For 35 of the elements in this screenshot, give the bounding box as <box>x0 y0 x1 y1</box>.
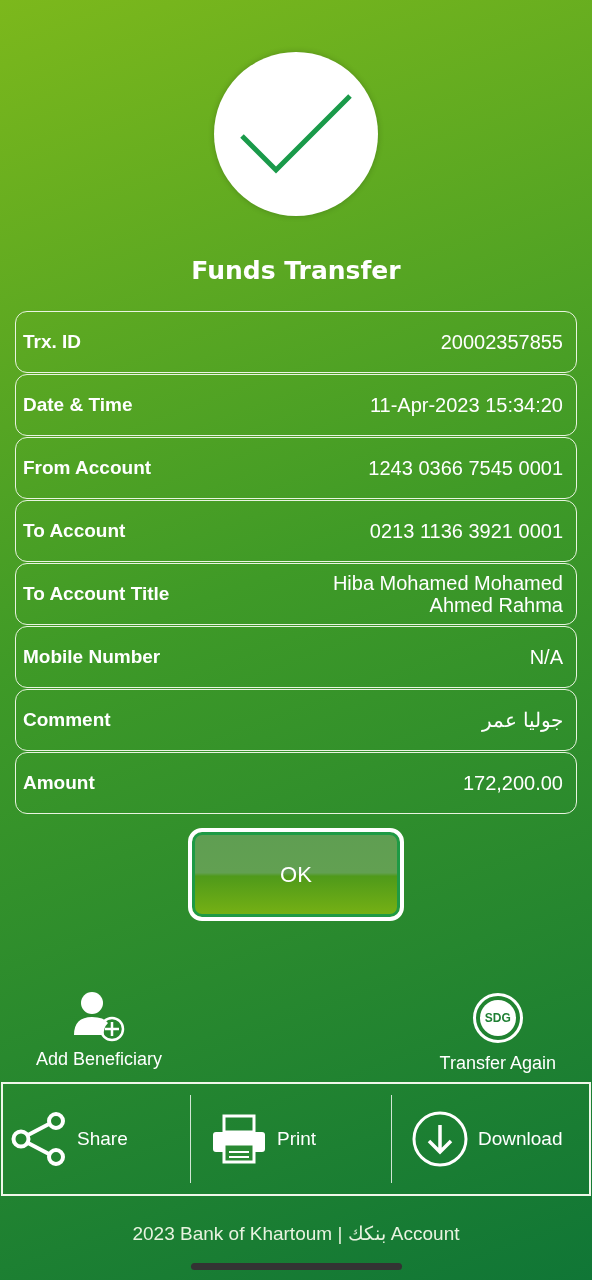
detail-value: 172,200.00 <box>462 772 563 794</box>
ok-button[interactable]: OK <box>188 828 404 921</box>
action-label: Transfer Again <box>439 1053 556 1074</box>
detail-label: Mobile Number <box>23 646 161 668</box>
detail-label: Amount <box>23 772 95 794</box>
detail-value: 20002357855 <box>440 331 563 353</box>
detail-label: From Account <box>23 457 152 479</box>
detail-label: Date & Time <box>23 394 133 416</box>
detail-value: Hiba Mohamed Mohamed Ahmed Rahma <box>331 572 563 616</box>
toolbar-button[interactable]: Share <box>3 1095 190 1183</box>
footer-text: 2023 Bank of Khartoum | بنكك Account <box>132 1222 460 1245</box>
detail-label: Comment <box>23 709 111 731</box>
detail-value: 0213 1136 3921 0001 <box>369 520 563 542</box>
add-person-icon <box>72 991 127 1043</box>
toolbar-label: Download <box>478 1128 563 1150</box>
toolbar-label: Share <box>77 1128 128 1150</box>
detail-label: Trx. ID <box>23 331 82 353</box>
checkmark-icon <box>240 92 352 176</box>
detail-value: جوليا عمر <box>482 709 563 731</box>
share-icon <box>11 1111 67 1167</box>
currency-badge: SDG <box>472 993 523 1043</box>
detail-value: 11-Apr-2023 15:34:20 <box>369 394 563 416</box>
toolbar-label: Print <box>277 1128 317 1150</box>
detail-value: N/A <box>529 646 563 668</box>
toolbar-button[interactable]: Print <box>190 1095 391 1183</box>
action-label: Add Beneficiary <box>36 1049 163 1070</box>
page-title: Funds Transfer <box>191 256 401 285</box>
detail-value: 1243 0366 7545 0001 <box>368 457 563 479</box>
quick-action[interactable]: SDG Transfer Again <box>439 991 556 1074</box>
quick-action[interactable]: Add Beneficiary <box>36 991 163 1074</box>
detail-label: To Account Title <box>23 583 170 605</box>
download-icon <box>412 1111 468 1167</box>
toolbar-button[interactable]: Download <box>391 1095 589 1183</box>
printer-icon <box>211 1114 267 1164</box>
detail-label: To Account <box>23 520 126 542</box>
